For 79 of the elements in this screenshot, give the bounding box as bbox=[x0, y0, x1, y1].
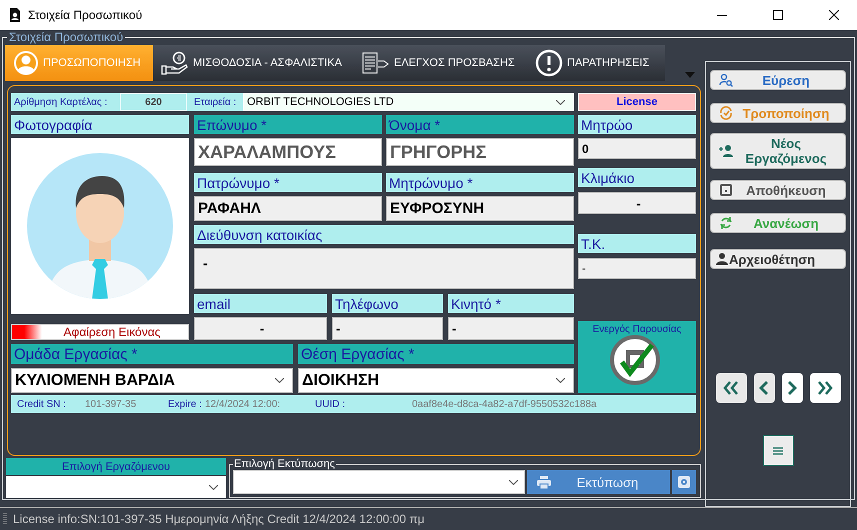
menu-button[interactable] bbox=[762, 435, 794, 466]
work-group-dropdown[interactable]: ΚΥΛΙΟΜΕΝΗ ΒΑΡΔΙΑ bbox=[11, 368, 293, 393]
chevron-right-icon bbox=[787, 381, 797, 395]
action-button[interactable]: Αρχειοθέτηση bbox=[710, 249, 846, 269]
photo-label: Φωτογραφία bbox=[11, 115, 189, 134]
resize-grip-icon[interactable] bbox=[3, 512, 7, 526]
field-label: Επώνυμο * bbox=[194, 115, 382, 134]
credit-value: 0aaf8e4e-d8ca-4a82-a7df-9550532c188a bbox=[412, 398, 597, 410]
chevron-left-icon bbox=[759, 381, 769, 395]
person-icon bbox=[13, 50, 39, 76]
field-label: Διεύθυνση κατοικίας bbox=[194, 225, 574, 244]
field-label: Μητρώο bbox=[578, 115, 696, 134]
input-field[interactable]: - bbox=[578, 258, 696, 279]
position-dropdown[interactable]: ΔΙΟΙΚΗΣΗ bbox=[298, 368, 574, 393]
input-field[interactable]: - bbox=[332, 317, 443, 340]
window-title: Στοιχεία Προσωπικού bbox=[28, 8, 142, 22]
card-number-label: Αρίθμηση Καρτέλας : bbox=[13, 96, 108, 110]
presence-label: Ενεργός Παρουσίας bbox=[592, 324, 682, 335]
action-button[interactable]: Εύρεση bbox=[710, 70, 846, 90]
field-label: Κλιμάκιο bbox=[578, 168, 696, 187]
tab[interactable]: ΠΑΡΑΤΗΡΗΣΕΙΣ bbox=[527, 45, 665, 81]
employee-select-label: Επιλογή Εργαζόμενου bbox=[6, 458, 226, 475]
input-field[interactable]: - bbox=[448, 317, 574, 340]
field-label: email bbox=[194, 294, 327, 313]
credit-label: UUID : bbox=[315, 398, 346, 410]
close-icon[interactable] bbox=[829, 10, 839, 20]
print-group-title: Επιλογή Εκτύπωσης bbox=[233, 458, 336, 470]
hand-coin-icon bbox=[161, 51, 189, 75]
field-label: Τηλέφωνο bbox=[332, 294, 443, 313]
license-label: License bbox=[578, 93, 696, 111]
field-label: Όνομα * bbox=[386, 115, 574, 134]
menu-icon bbox=[773, 446, 783, 454]
credit-value: 12/4/2024 12:00: bbox=[205, 398, 282, 410]
chevron-down-icon bbox=[556, 100, 565, 104]
input-field[interactable]: ΕΥΦΡΟΣΥΝΗ bbox=[386, 196, 574, 221]
avatar-silhouette-icon bbox=[27, 153, 173, 299]
credit-value: 101-397-35 bbox=[85, 398, 138, 410]
chevron-down-icon bbox=[275, 378, 284, 383]
input-field[interactable]: ΧΑΡΑΛΑΜΠΟΥΣ bbox=[194, 138, 382, 166]
remove-image-button[interactable]: Αφαίρεση Εικόνας bbox=[11, 324, 189, 340]
action-button[interactable]: Νέος Εργαζόμενος bbox=[710, 133, 846, 169]
credit-label: Expire : bbox=[168, 398, 203, 410]
exclamation-icon bbox=[535, 49, 563, 77]
credit-label: Credit SN : bbox=[17, 398, 67, 410]
gear-icon bbox=[678, 476, 690, 488]
previous-record-button[interactable] bbox=[754, 373, 774, 403]
input-field[interactable]: - bbox=[194, 317, 327, 340]
input-field[interactable]: ΓΡΗΓΟΡΗΣ bbox=[386, 138, 574, 166]
field-label: Μητρώνυμο * bbox=[386, 173, 574, 192]
address-field[interactable]: - bbox=[194, 248, 574, 289]
first-record-button[interactable] bbox=[716, 373, 746, 403]
next-record-button[interactable] bbox=[782, 373, 802, 403]
group-title: Στοιχεία Προσωπικού bbox=[8, 30, 124, 44]
company-dropdown[interactable]: ORBIT TECHNOLOGIES LTD bbox=[243, 93, 574, 111]
field-label: Κινητό * bbox=[448, 294, 574, 313]
card-number-field[interactable]: 620 bbox=[120, 93, 187, 111]
app-icon bbox=[9, 8, 21, 22]
status-text: License info:SN:101-397-35 Ημερομηνία Λήξης Credit 12/4/2024 12:00:00 πμ bbox=[13, 512, 425, 526]
field-label: Τ.Κ. bbox=[578, 234, 696, 253]
company-label: Εταιρεία : bbox=[193, 96, 238, 110]
tab[interactable]: ΕΛΕΓΧΟΣ ΠΡΟΣΒΑΣΗΣ bbox=[354, 45, 527, 81]
maximize-icon[interactable] bbox=[773, 10, 783, 20]
input-field[interactable]: - bbox=[578, 192, 696, 214]
double-chevron-left-icon bbox=[723, 381, 739, 395]
field-label: Ομάδα Εργασίας * bbox=[11, 344, 293, 364]
double-chevron-right-icon bbox=[817, 381, 833, 395]
id-card-icon bbox=[362, 52, 390, 74]
printer-icon bbox=[537, 476, 551, 488]
settings-button[interactable] bbox=[672, 470, 696, 494]
input-field[interactable]: 0 bbox=[578, 138, 696, 159]
chevron-down-icon bbox=[209, 484, 218, 490]
chevron-down-icon bbox=[556, 378, 565, 383]
chevron-down-icon bbox=[509, 480, 518, 484]
tab[interactable]: ΜΙΣΘΟΔΟΣΙΑ - ΑΣΦΑΛΙΣΤΙΚΑ bbox=[153, 45, 354, 81]
field-label: Πατρώνυμο * bbox=[194, 173, 382, 192]
action-button[interactable]: Αποθήκευση bbox=[710, 180, 846, 200]
last-record-button[interactable] bbox=[810, 373, 840, 403]
field-label: Θέση Εργασίας * bbox=[298, 344, 574, 364]
input-field[interactable]: ΡΑΦΑΗΛ bbox=[194, 196, 382, 221]
